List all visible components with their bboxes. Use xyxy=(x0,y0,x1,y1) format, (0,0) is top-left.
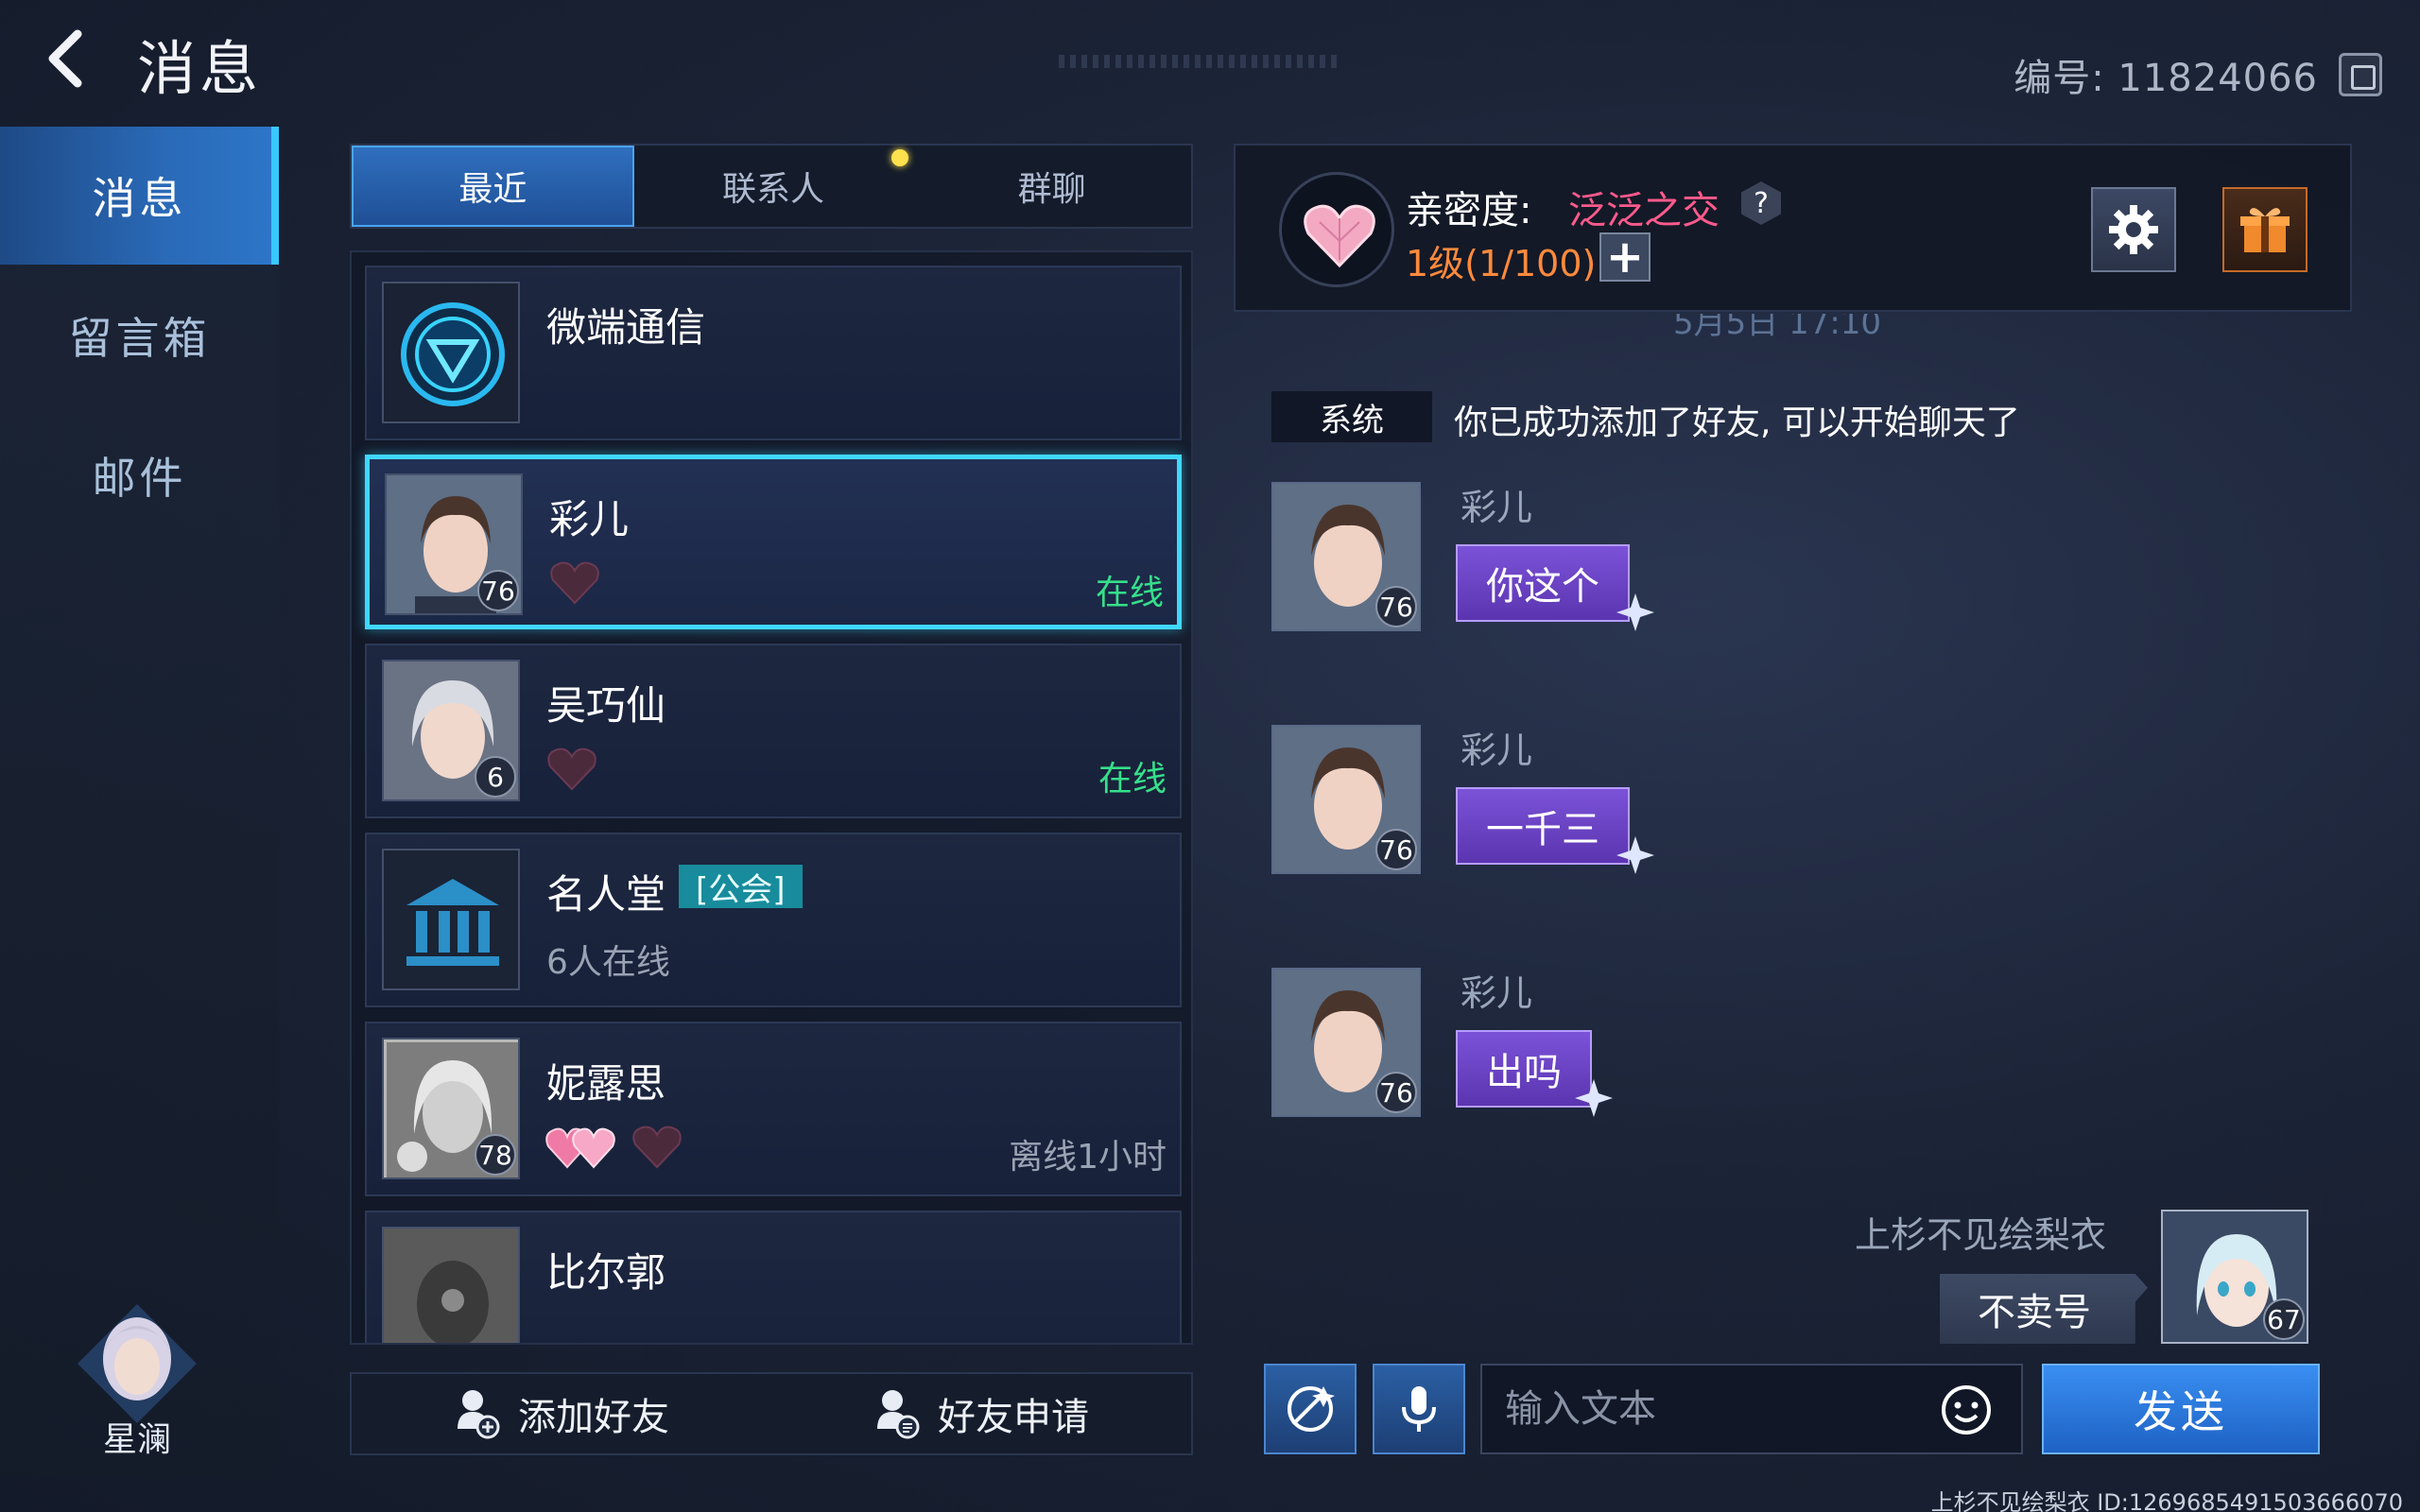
list-item[interactable]: 78 妮露思 离线1小时 xyxy=(365,1022,1182,1196)
footer-user-id: 上杉不见绘梨衣 ID:1269685491503666070 xyxy=(1930,1489,2403,1512)
settings-button[interactable] xyxy=(2091,187,2176,272)
friend-requests-button[interactable]: 好友申请 xyxy=(771,1374,1191,1453)
list-item[interactable]: 比尔郭 xyxy=(365,1211,1182,1343)
sparkle-icon xyxy=(1575,1079,1613,1117)
voice-button[interactable] xyxy=(1373,1364,1465,1454)
message-bubble[interactable]: 你这个 xyxy=(1456,544,1630,622)
signal-logo-icon xyxy=(382,282,520,423)
list-actions: 添加好友 好友申请 xyxy=(350,1372,1193,1455)
message-sender: 彩儿 xyxy=(1461,972,1533,1014)
offline-status: 离线1小时 xyxy=(1009,1138,1167,1177)
level-badge: 78 xyxy=(475,1134,516,1176)
tab-recent[interactable]: 最近 xyxy=(352,146,634,227)
guild-tag: [公会] xyxy=(679,865,803,909)
self-message-bubble[interactable]: 不卖号 xyxy=(1940,1274,2148,1344)
contact-name: 比尔郭 xyxy=(546,1249,666,1296)
contact-avatar xyxy=(382,1227,520,1343)
online-status: 在线 xyxy=(1098,760,1167,799)
friend-request-icon xyxy=(877,1390,920,1439)
nav-item-messages[interactable]: 消息 xyxy=(0,127,279,265)
self-avatar[interactable]: 67 xyxy=(2161,1210,2308,1344)
message-avatar[interactable]: 76 xyxy=(1271,482,1421,631)
guild-hall-icon xyxy=(382,849,520,990)
notification-dot xyxy=(891,149,908,166)
system-tag: 系统 xyxy=(1271,391,1432,442)
plus-icon[interactable]: + xyxy=(1599,231,1651,284)
intimacy-hearts xyxy=(544,1118,684,1175)
online-count: 6人在线 xyxy=(546,943,670,982)
sparkle-icon xyxy=(1616,836,1654,874)
player-name: 星澜 xyxy=(102,1420,171,1459)
level-badge: 67 xyxy=(2263,1298,2305,1340)
level-badge: 6 xyxy=(475,756,516,798)
emote-icon xyxy=(1288,1386,1335,1432)
intimacy-hearts xyxy=(547,554,602,610)
online-status: 在线 xyxy=(1095,574,1164,612)
intimacy-level: 1级(1/100) xyxy=(1406,243,1597,284)
copy-id-button[interactable] xyxy=(2339,53,2382,96)
add-friend-label: 添加好友 xyxy=(518,1396,669,1439)
microphone-icon xyxy=(1402,1386,1436,1432)
contact-avatar: 76 xyxy=(385,473,523,615)
friend-requests-label: 好友申请 xyxy=(938,1396,1089,1439)
message-sender: 彩儿 xyxy=(1461,487,1533,528)
add-friend-button[interactable]: 添加好友 xyxy=(352,1374,771,1453)
level-badge: 76 xyxy=(1375,829,1417,870)
chat-header: 亲密度: 泛泛之交 ? 1级(1/100) + xyxy=(1234,144,2352,312)
tab-contacts[interactable]: 联系人 xyxy=(634,146,913,227)
contact-avatar: 6 xyxy=(382,660,520,801)
level-badge: 76 xyxy=(477,570,519,611)
tab-group-chat[interactable]: 群聊 xyxy=(912,146,1191,227)
heart-icon xyxy=(550,561,599,605)
emote-button[interactable] xyxy=(1264,1364,1357,1454)
message-sender: 彩儿 xyxy=(1461,730,1533,771)
message-avatar[interactable]: 76 xyxy=(1271,968,1421,1117)
intimacy-hearts xyxy=(544,740,599,797)
account-id: 编号: 11824066 xyxy=(2014,57,2318,100)
emoji-smile-icon xyxy=(1942,1385,1991,1435)
level-badge: 76 xyxy=(1375,586,1417,627)
help-icon[interactable]: ? xyxy=(1741,181,1781,225)
header-decoration xyxy=(1059,55,1342,68)
contact-name: 名人堂 xyxy=(546,871,666,918)
back-arrow-icon xyxy=(48,29,82,88)
emoji-button[interactable] xyxy=(1938,1382,1995,1438)
system-message: 你已成功添加了好友, 可以开始聊天了 xyxy=(1454,404,2020,442)
contact-tabs: 最近 联系人 群聊 xyxy=(350,144,1193,229)
gift-button[interactable] xyxy=(2222,187,2308,272)
level-badge: 76 xyxy=(1375,1072,1417,1113)
contact-list[interactable]: 微端通信 76 彩儿 在线 6 吴巧仙 在线 名人堂 [公会] 6人在线 78 … xyxy=(350,250,1193,1345)
intimacy-label: 亲密度: xyxy=(1406,189,1532,232)
list-item[interactable]: 微端通信 xyxy=(365,266,1182,440)
intimacy-heart-icon xyxy=(1279,172,1394,287)
heart-icon xyxy=(632,1125,682,1169)
back-button[interactable] xyxy=(28,17,113,102)
list-item-selected[interactable]: 76 彩儿 在线 xyxy=(365,455,1182,629)
heart-icon xyxy=(547,747,596,791)
settings-gear-icon xyxy=(2109,205,2158,254)
list-item[interactable]: 6 吴巧仙 在线 xyxy=(365,644,1182,818)
contact-name: 彩儿 xyxy=(549,496,630,542)
message-avatar[interactable]: 76 xyxy=(1271,725,1421,874)
contact-avatar: 78 xyxy=(382,1038,520,1179)
nav-item-message-box[interactable]: 留言箱 xyxy=(0,266,279,404)
intimacy-value: 泛泛之交 xyxy=(1568,189,1720,232)
page-title: 消息 xyxy=(137,34,263,103)
contact-name: 吴巧仙 xyxy=(546,682,666,729)
contact-name: 妮露思 xyxy=(546,1060,666,1107)
chat-date: 5月5日 17:10 xyxy=(1673,314,1882,340)
self-sender: 上杉不见绘梨衣 xyxy=(1855,1214,2107,1256)
send-button[interactable]: 发送 xyxy=(2042,1364,2320,1454)
nav-item-mail[interactable]: 邮件 xyxy=(0,406,279,544)
list-item[interactable]: 名人堂 [公会] 6人在线 xyxy=(365,833,1182,1007)
gift-icon xyxy=(2240,208,2290,252)
sparkle-icon xyxy=(1616,593,1654,631)
heart-icon xyxy=(545,1127,615,1169)
add-friend-icon xyxy=(458,1390,500,1439)
message-bubble[interactable]: 一千三 xyxy=(1456,787,1630,865)
contact-name: 微端通信 xyxy=(546,304,706,351)
